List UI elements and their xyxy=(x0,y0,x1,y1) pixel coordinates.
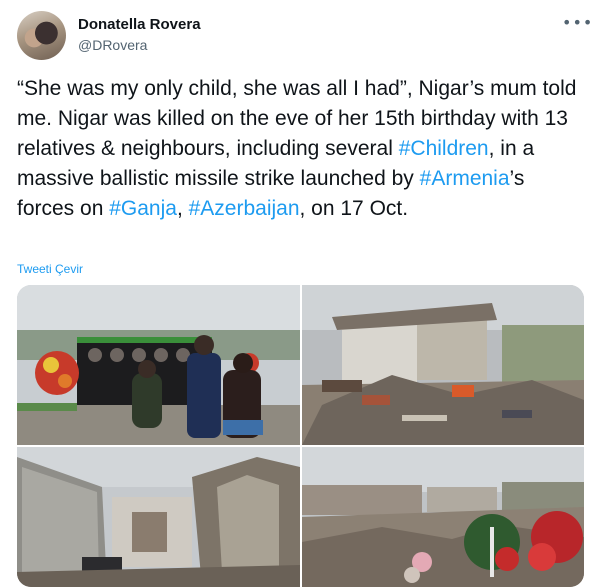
author-name[interactable]: Donatella Rovera xyxy=(78,16,201,33)
hashtag-link-azerbaijan[interactable]: #Azerbaijan xyxy=(189,197,300,220)
photo-memorial[interactable] xyxy=(17,285,300,445)
photo-destroyed-building-image xyxy=(302,285,584,445)
photo-memorial-image xyxy=(17,285,300,445)
tweet: Donatella Rovera @DRovera ••• “She was m… xyxy=(0,0,600,587)
photo-rubble-flowers[interactable] xyxy=(302,447,584,587)
photo-rubble-flowers-image xyxy=(302,447,584,587)
hashtag-link-children[interactable]: #Children xyxy=(399,137,489,160)
more-horizontal-icon: ••• xyxy=(562,13,594,32)
tweet-text-segment: , on 17 Oct. xyxy=(299,197,409,220)
author-handle[interactable]: @DRovera xyxy=(78,37,147,53)
tweet-text: “She was my only child, she was all I ha… xyxy=(17,74,587,224)
photo-ruined-interior[interactable] xyxy=(17,447,300,587)
photo-destroyed-building[interactable] xyxy=(302,285,584,445)
photo-ruined-interior-image xyxy=(17,447,300,587)
more-options-button[interactable]: ••• xyxy=(562,12,592,34)
avatar[interactable] xyxy=(17,11,66,60)
translate-tweet-link[interactable]: Tweeti Çevir xyxy=(17,262,83,276)
hashtag-link-armenia[interactable]: #Armenia xyxy=(420,167,510,190)
tweet-text-segment: , xyxy=(176,197,189,220)
hashtag-link-ganja[interactable]: #Ganja xyxy=(109,197,177,220)
media-grid xyxy=(17,285,584,587)
